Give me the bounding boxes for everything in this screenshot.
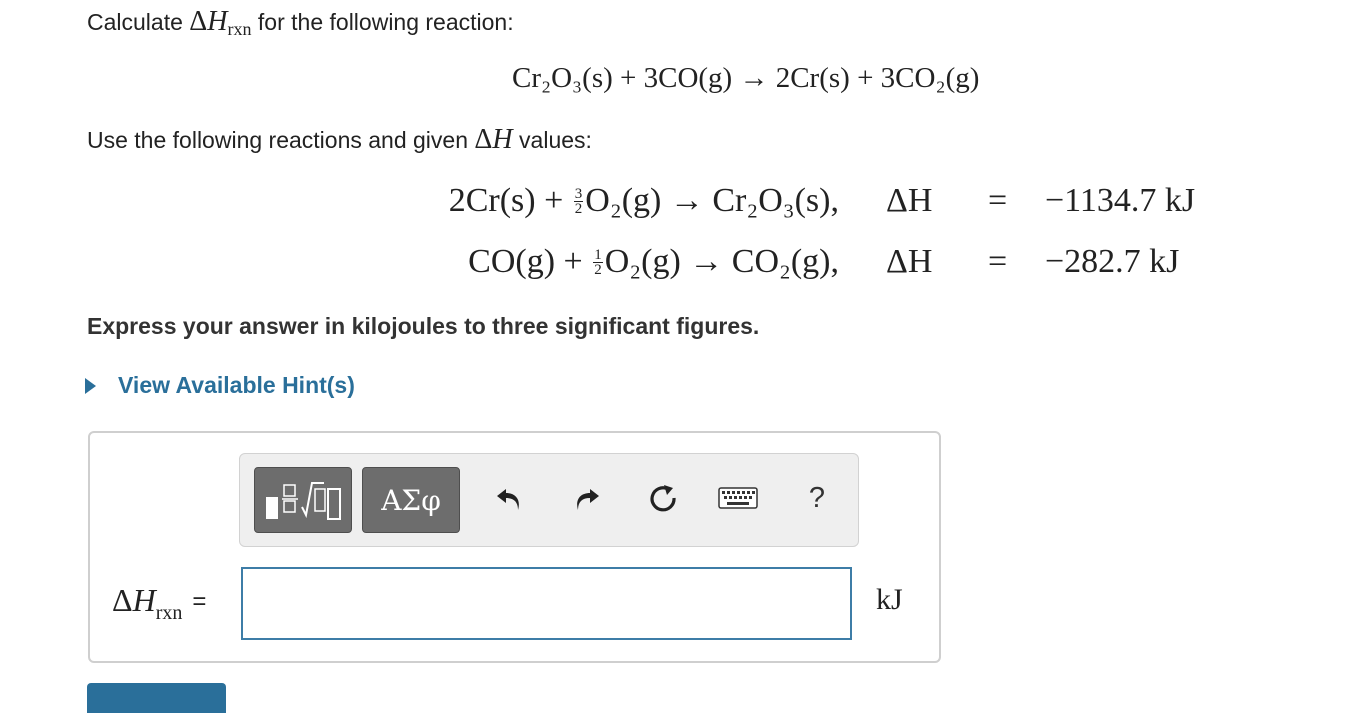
- rxn-subscript: rxn: [227, 19, 252, 39]
- calc-prefix: Calculate: [87, 9, 190, 35]
- fraction-numerator: 3: [573, 185, 584, 202]
- given-reaction-2: CO(g) + 1 2 O₂(g) → CO₂(g),: [468, 243, 839, 281]
- answer-label: ΔHrxn =: [112, 582, 207, 624]
- answer-enthalpy: H: [132, 582, 156, 618]
- reaction-1-delta-h: ΔH: [886, 182, 933, 219]
- undo-arrow-icon: [497, 489, 519, 510]
- reaction-2-equals: =: [988, 243, 1008, 280]
- reaction-1-left-a: 2Cr(s) +: [448, 182, 572, 219]
- given-values-intro: Use the following reactions and given ΔH…: [87, 124, 592, 156]
- use-suffix: values:: [512, 127, 592, 153]
- reaction-1-value: −1134.7 kJ: [1045, 182, 1196, 219]
- question-intro: Calculate ΔHrxn for the following reacti…: [87, 6, 514, 39]
- fraction-denominator: 2: [574, 200, 583, 217]
- caret-right-icon: [85, 377, 96, 394]
- fraction-denominator: 2: [594, 261, 602, 278]
- reaction-2-left-a: CO(g) +: [468, 243, 592, 280]
- redo-arrow-icon: [577, 489, 599, 510]
- use-prefix: Use the following reactions and given: [87, 127, 475, 153]
- template-icon: [266, 482, 341, 520]
- fraction-numerator: 1: [593, 246, 603, 263]
- reaction-2-delta-h: ΔH: [886, 243, 933, 280]
- unit-label: kJ: [876, 583, 903, 616]
- reaction-1-left-b: O₂(g) → Cr₂O₃(s),: [585, 182, 839, 219]
- reaction-2-left-b: O₂(g) → CO₂(g),: [604, 243, 839, 280]
- templates-button[interactable]: [254, 467, 352, 533]
- view-hints-link[interactable]: View Available Hint(s): [85, 372, 355, 399]
- answer-rxn-subscript: rxn: [155, 602, 183, 624]
- answer-instruction: Express your answer in kilojoules to thr…: [87, 313, 760, 339]
- reaction-1-equals: =: [988, 182, 1008, 219]
- submit-button[interactable]: [87, 683, 226, 713]
- keyboard-glyph-icon: [718, 487, 758, 509]
- main-reaction-equation: Cr₂O₃(s) + 3CO(g) → 2Cr(s) + 3CO₂(g): [512, 62, 980, 94]
- answer-delta: Δ: [112, 582, 133, 618]
- redo-icon[interactable]: [570, 481, 604, 515]
- fraction-three-halves: 32: [573, 185, 584, 217]
- reset-icon[interactable]: [646, 481, 680, 515]
- hint-label: View Available Hint(s): [118, 372, 355, 398]
- answer-input[interactable]: [241, 567, 852, 640]
- enthalpy-symbol: H: [207, 6, 228, 37]
- undo-icon[interactable]: [492, 481, 526, 515]
- answer-equals: =: [192, 588, 207, 615]
- reaction-2-value: −282.7 kJ: [1045, 243, 1180, 280]
- keyboard-icon[interactable]: [718, 481, 758, 515]
- math-toolbar: ΑΣφ ?: [239, 453, 859, 547]
- help-button[interactable]: ?: [800, 481, 834, 515]
- calc-suffix: for the following reaction:: [251, 9, 514, 35]
- refresh-circle-icon: [650, 485, 676, 512]
- delta-symbol-2: Δ: [474, 124, 493, 155]
- fraction-one-half: 12: [593, 246, 603, 278]
- greek-symbols-button[interactable]: ΑΣφ: [362, 467, 460, 533]
- given-reaction-1: 2Cr(s) + 3 2 O₂(g) → Cr₂O₃(s),: [449, 182, 839, 220]
- enthalpy-symbol-2: H: [492, 124, 513, 155]
- delta-symbol: Δ: [189, 6, 208, 37]
